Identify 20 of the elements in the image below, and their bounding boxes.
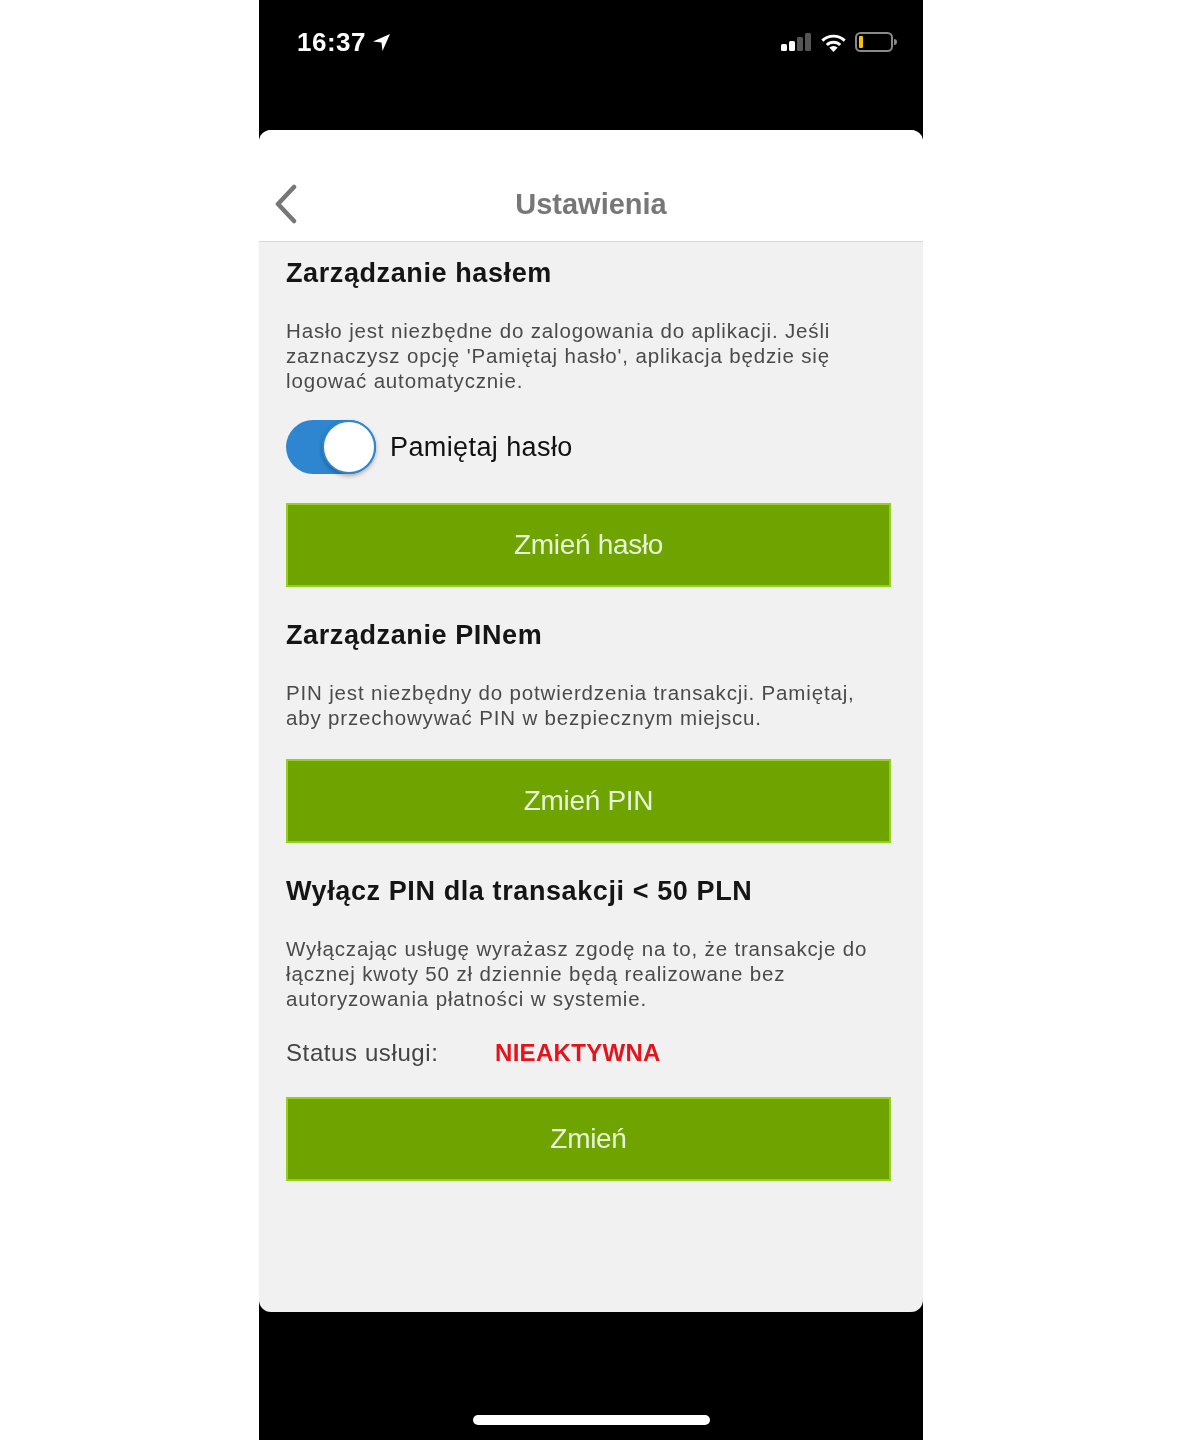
wifi-icon [820,32,847,52]
back-icon[interactable] [274,183,298,224]
header-title: Ustawienia [515,186,667,222]
section-heading: Zarządzanie hasłem [286,257,552,289]
status-label: Status usługi: [286,1038,440,1068]
section-description: Wyłączając usługę wyrażasz zgodę na to, że transakcje do łącznej kwoty 50 zł dziennie będą realizowane bez autoryzowania płatności w systemie. [286,936,869,1011]
toggle-label: Pamiętaj hasło [390,431,573,463]
status-value: NIEAKTYWNA [495,1038,661,1068]
section-heading: Wyłącz PIN dla transakcji < 50 PLN [286,875,753,907]
action-button[interactable]: Zmień hasło [286,503,891,587]
clock-time: 16:37 [297,27,366,57]
location-arrow-icon [372,32,391,52]
section-description: Hasło jest niezbędne do zalogowania do aplikacji. Jeśli zaznaczysz opcję 'Pamiętaj hasło', aplikacja będzie się logować automatycznie. [286,318,832,393]
section-heading: Zarządzanie PINem [286,619,543,651]
action-button[interactable]: Zmień PIN [286,759,891,843]
toggle-switch[interactable] [286,420,376,474]
action-button[interactable]: Zmień [286,1097,891,1181]
section-description: PIN jest niezbędny do potwierdzenia transakcji. Pamiętaj, aby przechowywać PIN w bezpiecznym miejscu. [286,680,856,730]
signal-icon [781,33,812,51]
battery-icon [855,32,897,52]
